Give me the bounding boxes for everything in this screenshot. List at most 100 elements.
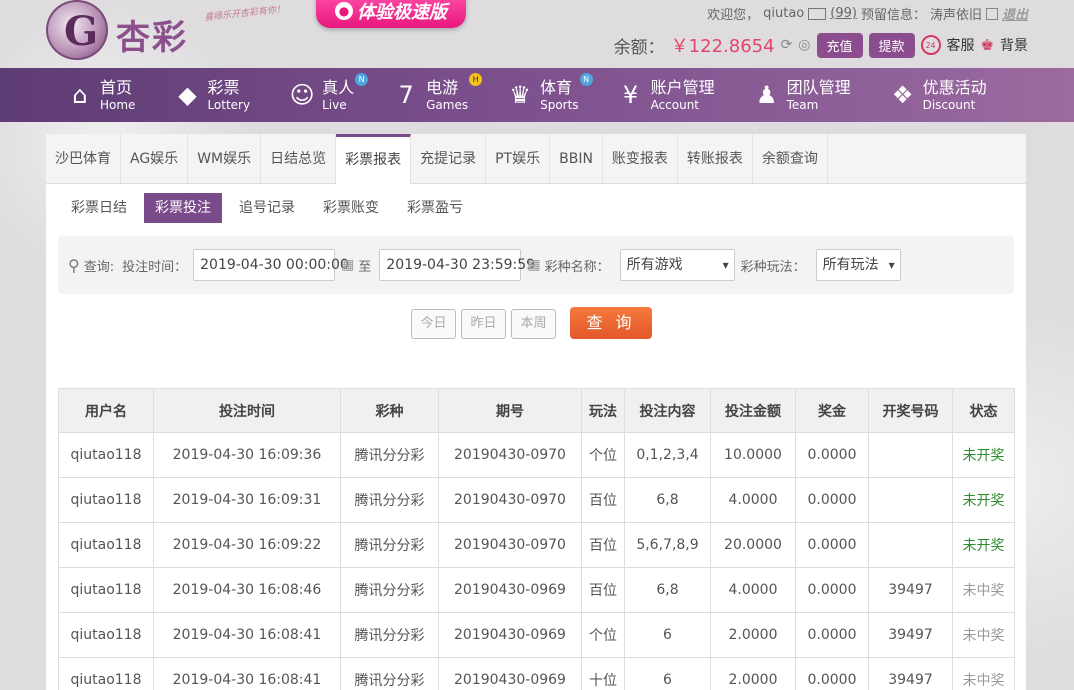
logo-slogan: 喜缘乐开杏彩有你！ (203, 4, 286, 24)
table-cell: 百位 (581, 522, 625, 568)
table-cell: 10.0000 (710, 432, 796, 478)
logout-link[interactable]: 退出 (1002, 4, 1028, 23)
nav-item-live[interactable]: ☺ 真人 Live N (288, 68, 369, 122)
table-cell: 2.0000 (710, 612, 796, 658)
customer-service-icon[interactable]: 24 (920, 35, 941, 55)
yesterday-button[interactable]: 昨日 (461, 309, 506, 339)
tab-8[interactable]: 账变报表 (603, 134, 678, 184)
customer-service-link[interactable]: 客服 (947, 35, 975, 55)
end-time-input[interactable]: 2019-04-30 23:59:59 (379, 249, 535, 281)
site-logo[interactable]: 杏彩 喜缘乐开杏彩有你！ (46, 0, 296, 62)
table-row[interactable]: qiutao118 2019-04-30 16:09:31 腾讯分分彩 2019043… (58, 477, 1015, 523)
calendar-icon[interactable]: ▦ (341, 257, 354, 273)
subtab-0[interactable]: 彩票日结 (60, 193, 138, 223)
tab-1[interactable]: AG娱乐 (121, 134, 189, 184)
experience-fast-version-button[interactable]: ● 体验极速版 (316, 0, 466, 28)
nav-item-account[interactable]: ¥ 账户管理 Account (617, 68, 715, 122)
table-row[interactable]: qiutao118 2019-04-30 16:09:22 腾讯分分彩 2019043… (58, 522, 1015, 568)
user-bar: 欢迎您， qiutao (99) 预留信息： 涛声依旧 退出 (707, 4, 1028, 23)
table-cell: 腾讯分分彩 (340, 567, 439, 613)
mail-icon[interactable] (808, 7, 827, 20)
tab-2[interactable]: WM娱乐 (188, 134, 262, 184)
tab-6[interactable]: PT娱乐 (486, 134, 551, 184)
table-cell: 20190430-0969 (438, 567, 582, 613)
game-name-select[interactable]: 所有游戏 (619, 249, 735, 281)
table-row[interactable]: qiutao118 2019-04-30 16:09:36 腾讯分分彩 2019043… (58, 432, 1015, 478)
nav-item-team[interactable]: ♟ 团队管理 Team (753, 68, 851, 122)
tab-5[interactable]: 充提记录 (411, 134, 487, 184)
status-cell: 未开奖 (952, 477, 1015, 523)
header: 杏彩 喜缘乐开杏彩有你！ ● 体验极速版 欢迎您， qiutao (99) 预留… (0, 0, 1074, 68)
hide-balance-icon[interactable]: ◎ (798, 37, 810, 53)
table-cell: 百位 (581, 567, 625, 613)
subtab-4[interactable]: 彩票盈亏 (396, 193, 474, 223)
lottery-icon: ◆ (178, 81, 197, 109)
subtab-3[interactable]: 彩票账变 (312, 193, 390, 223)
tab-0[interactable]: 沙巴体育 (46, 134, 121, 184)
table-row[interactable]: qiutao118 2019-04-30 16:08:41 腾讯分分彩 2019043… (58, 612, 1015, 658)
nav-label-cn: 电游 (426, 77, 459, 97)
tab-7[interactable]: BBIN (550, 134, 603, 184)
table-cell: 5,6,7,8,9 (624, 522, 711, 568)
nav-item-discount[interactable]: ❖ 优惠活动 Discount (889, 68, 987, 122)
table-cell: 20190430-0970 (438, 432, 582, 478)
table-cell (868, 477, 953, 523)
table-cell: 20.0000 (710, 522, 796, 568)
balance-value: ￥122.8654 (670, 36, 775, 57)
table-cell: 2019-04-30 16:08:41 (153, 657, 341, 690)
nav-text: 账户管理 Account (651, 79, 715, 111)
table-cell: 20190430-0970 (438, 522, 582, 568)
nav-badge: H (469, 73, 483, 86)
table-cell: 个位 (581, 432, 625, 478)
column-header: 投注内容 (624, 388, 711, 433)
tab-3[interactable]: 日结总览 (261, 134, 337, 184)
nav-item-home[interactable]: ⌂ 首页 Home (66, 68, 135, 122)
query-button[interactable]: 查 询 (570, 307, 652, 339)
nav-label-en: Live (322, 97, 347, 112)
status-cell: 未开奖 (952, 432, 1015, 478)
this-week-button[interactable]: 本周 (511, 309, 556, 339)
calendar-icon[interactable]: ▦ (527, 257, 540, 273)
nav-item-games[interactable]: 7 电游 Games H (392, 68, 483, 122)
table-cell: 20190430-0970 (438, 477, 582, 523)
nav-text: 体育 Sports (540, 79, 579, 112)
nav-label-en: Games (426, 97, 469, 112)
nav-label-cn: 真人 (322, 77, 355, 97)
nav-label-en: Sports (540, 97, 579, 112)
table-row[interactable]: qiutao118 2019-04-30 16:08:41 腾讯分分彩 2019043… (58, 657, 1015, 690)
refresh-icon[interactable]: ⟳ (781, 37, 793, 53)
withdraw-button[interactable]: 提款 (868, 32, 915, 58)
tab-9[interactable]: 转账报表 (678, 134, 753, 184)
message-count-link[interactable]: (99) (830, 6, 857, 21)
deposit-button[interactable]: 充值 (816, 32, 863, 58)
nav-label-en: Discount (922, 97, 976, 112)
table-cell: qiutao118 (58, 432, 154, 478)
bet-records-table-wrap: 用户名 投注时间 彩种 期号 玩法 投注内容 投注金额 奖金 开奖号码 状态 qiutao118 2… (58, 388, 1015, 690)
tab-4[interactable]: 彩票报表 (336, 134, 412, 185)
nav-text: 团队管理 Team (787, 79, 851, 111)
today-button[interactable]: 今日 (411, 309, 456, 339)
table-cell: 0.0000 (795, 657, 869, 690)
report-panel: 沙巴体育 AG娱乐 WM娱乐 日结总览 彩票报表 充提记录 PT娱乐 BBIN 账变报表 转账报表… (46, 134, 1026, 690)
logo-name: 杏彩 (116, 18, 188, 58)
nav-item-lottery[interactable]: ◆ 彩票 Lottery (173, 68, 250, 122)
table-row[interactable]: qiutao118 2019-04-30 16:08:46 腾讯分分彩 2019043… (58, 567, 1015, 613)
balance-label: 余额： (613, 37, 665, 58)
status-cell: 未中奖 (952, 567, 1015, 613)
tab-10[interactable]: 余额查询 (753, 134, 828, 184)
table-cell: 0.0000 (795, 522, 869, 568)
edit-icon[interactable] (985, 7, 998, 20)
play-type-select[interactable]: 所有玩法 (815, 249, 901, 281)
nav-item-sports[interactable]: ♛ 体育 Sports N (506, 68, 593, 122)
experience-button-label: 体验极速版 (357, 2, 447, 23)
shirt-icon[interactable]: ♚ (981, 36, 994, 54)
balance-bar: 余额： ￥122.8654 ⟳ ◎ 充值 提款 24 客服 ♚ 背景 (614, 32, 1028, 58)
table-cell: 2019-04-30 16:09:36 (153, 432, 341, 478)
subtab-2[interactable]: 追号记录 (228, 193, 306, 223)
subtab-1[interactable]: 彩票投注 (144, 193, 222, 223)
column-header: 玩法 (581, 388, 625, 433)
background-link[interactable]: 背景 (1000, 35, 1028, 55)
account-icon: ¥ (622, 81, 639, 109)
start-time-input[interactable]: 2019-04-30 00:00:00 (193, 249, 349, 281)
nav-text: 优惠活动 Discount (922, 79, 987, 112)
